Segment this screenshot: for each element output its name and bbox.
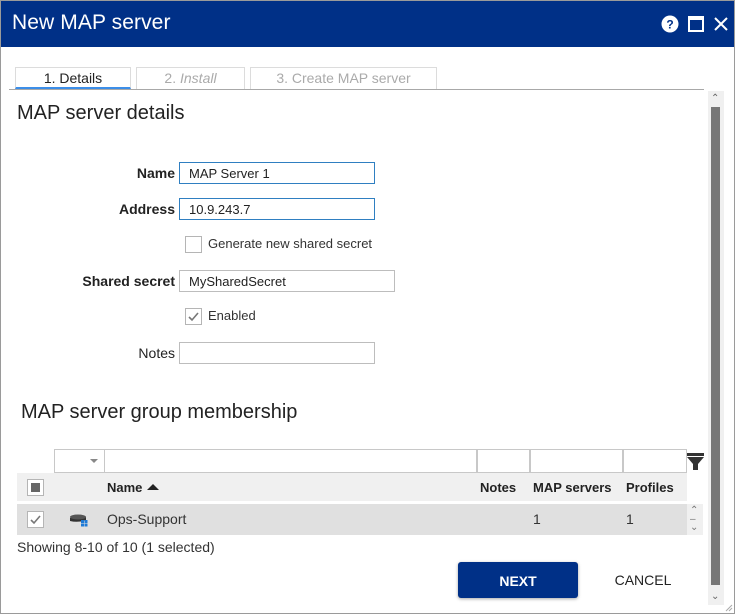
help-icon[interactable]: ?	[661, 15, 679, 33]
indeterminate-mark	[31, 483, 40, 492]
table-row[interactable]: Ops-Support 1 1	[17, 504, 687, 535]
enabled-label: Enabled	[208, 308, 256, 323]
resize-grip-icon[interactable]	[723, 602, 733, 612]
tab-label: 3. Create MAP server	[276, 70, 411, 86]
tab-create-map-server[interactable]: 3. Create MAP server	[250, 67, 437, 89]
notes-input[interactable]	[179, 342, 375, 364]
enabled-checkbox[interactable]	[185, 308, 202, 325]
shared-secret-label: Shared secret	[82, 273, 175, 289]
grid-status: Showing 8-10 of 10 (1 selected)	[17, 539, 215, 555]
filter-map-servers-input[interactable]	[530, 449, 623, 473]
column-header-notes[interactable]: Notes	[480, 480, 516, 495]
column-header-map-servers[interactable]: MAP servers	[533, 480, 612, 495]
tab-details[interactable]: 1. Details	[15, 67, 131, 89]
close-icon[interactable]	[712, 15, 730, 33]
dialog-content: MAP server details Name Address Generate…	[9, 90, 709, 605]
address-label: Address	[118, 201, 175, 217]
chevron-down-icon[interactable]: ⌄	[711, 592, 719, 602]
tab-number: 2.	[164, 70, 177, 86]
server-group-icon	[70, 514, 88, 527]
cancel-button[interactable]: CANCEL	[593, 562, 693, 598]
name-input[interactable]	[179, 162, 375, 184]
tab-label: 1. Details	[43, 70, 103, 86]
tab-install[interactable]: 2. Install	[136, 67, 245, 89]
column-header-name[interactable]: Name	[107, 480, 160, 495]
filter-dropdown[interactable]	[54, 449, 105, 473]
dialog-window: New MAP server ? 1. Details 2. Install 3…	[0, 0, 735, 614]
grid-scrollbar[interactable]: ⌃ – ⌄	[687, 504, 703, 535]
cell-profiles: 1	[626, 511, 634, 527]
dialog-scrollbar[interactable]: ⌃ ⌄	[708, 91, 724, 605]
filter-notes-input[interactable]	[477, 449, 530, 473]
dialog-title: New MAP server	[12, 11, 171, 34]
notes-label: Notes	[138, 345, 175, 361]
column-header-label: Name	[107, 480, 143, 495]
generate-secret-checkbox[interactable]	[185, 236, 202, 253]
title-bar: New MAP server ?	[1, 1, 734, 47]
checkmark-icon	[188, 312, 199, 322]
next-button[interactable]: NEXT	[458, 562, 578, 598]
chevron-down-icon	[90, 459, 98, 463]
cell-name: Ops-Support	[107, 511, 187, 527]
cell-map-servers: 1	[533, 511, 541, 527]
tab-label: Install	[180, 70, 217, 86]
filter-icon[interactable]	[687, 453, 704, 473]
maximize-icon[interactable]	[687, 15, 705, 33]
generate-secret-label: Generate new shared secret	[208, 236, 373, 251]
checkmark-icon	[30, 515, 41, 525]
section-heading-membership: MAP server group membership	[21, 401, 298, 423]
filter-name-input[interactable]	[104, 449, 477, 473]
chevron-down-icon[interactable]: ⌄	[690, 523, 698, 533]
select-all-checkbox[interactable]	[27, 479, 44, 496]
grid-header: Name Notes MAP servers Profiles	[17, 473, 687, 501]
filter-profiles-input[interactable]	[623, 449, 687, 473]
chevron-up-icon[interactable]: ⌃	[711, 94, 719, 104]
svg-text:?: ?	[666, 18, 673, 32]
name-label: Name	[136, 165, 175, 181]
address-input[interactable]	[179, 198, 375, 220]
column-header-profiles[interactable]: Profiles	[626, 480, 674, 495]
row-checkbox[interactable]	[27, 511, 44, 528]
scroll-thumb[interactable]	[711, 107, 720, 585]
sort-ascending-icon	[147, 484, 160, 490]
section-heading-details: MAP server details	[17, 102, 185, 124]
shared-secret-input[interactable]	[179, 270, 395, 292]
